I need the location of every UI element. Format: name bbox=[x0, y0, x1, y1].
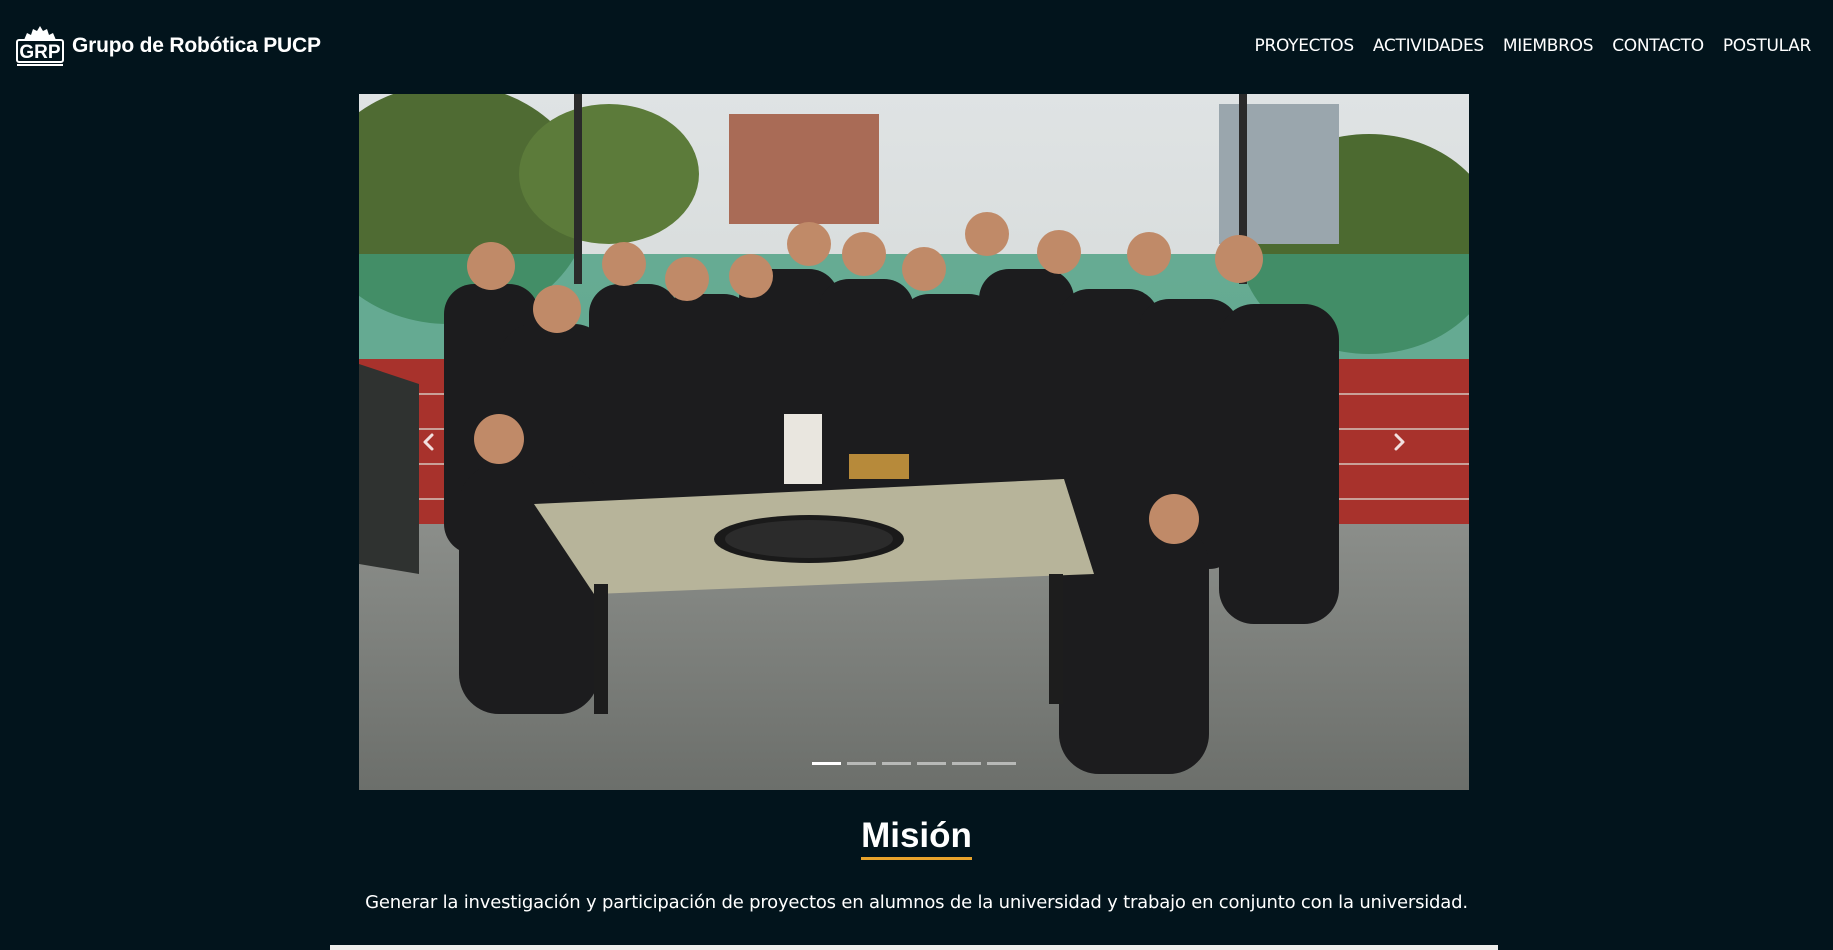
main-nav: PROYECTOS ACTIVIDADES MIEMBROS CONTACTO … bbox=[1255, 36, 1812, 56]
carousel-indicator[interactable] bbox=[882, 762, 911, 765]
chevron-left-icon bbox=[423, 433, 434, 451]
carousel-indicator[interactable] bbox=[952, 762, 981, 765]
nav-item-postular[interactable]: POSTULAR bbox=[1723, 36, 1811, 56]
photo-carousel bbox=[359, 94, 1469, 790]
mission-title: Misión bbox=[0, 812, 1833, 860]
nav-item-contacto[interactable]: CONTACTO bbox=[1612, 36, 1704, 56]
carousel-indicators bbox=[359, 762, 1469, 765]
group-photo-icon bbox=[359, 94, 1469, 790]
mission-title-text: Misión bbox=[861, 816, 972, 860]
brand-link[interactable]: GRP Grupo de Robótica PUCP bbox=[14, 24, 321, 68]
carousel-indicator[interactable] bbox=[847, 762, 876, 765]
carousel-prev-button[interactable] bbox=[359, 94, 499, 790]
carousel-next-button[interactable] bbox=[1329, 94, 1469, 790]
carousel-indicator[interactable] bbox=[917, 762, 946, 765]
carousel-indicator[interactable] bbox=[812, 762, 841, 765]
nav-item-proyectos[interactable]: PROYECTOS bbox=[1255, 36, 1355, 56]
grp-gear-logo-icon: GRP bbox=[16, 26, 64, 66]
chevron-right-icon bbox=[1394, 433, 1405, 451]
nav-item-actividades[interactable]: ACTIVIDADES bbox=[1373, 36, 1484, 56]
carousel-indicator[interactable] bbox=[987, 762, 1016, 765]
nav-item-miembros[interactable]: MIEMBROS bbox=[1503, 36, 1594, 56]
svg-text:GRP: GRP bbox=[19, 42, 61, 63]
navbar: GRP Grupo de Robótica PUCP PROYECTOS ACT… bbox=[0, 0, 1833, 92]
mission-text: Generar la investigación y participación… bbox=[365, 892, 1468, 913]
next-section-image bbox=[330, 945, 1498, 950]
brand-name: Grupo de Robótica PUCP bbox=[72, 34, 321, 57]
